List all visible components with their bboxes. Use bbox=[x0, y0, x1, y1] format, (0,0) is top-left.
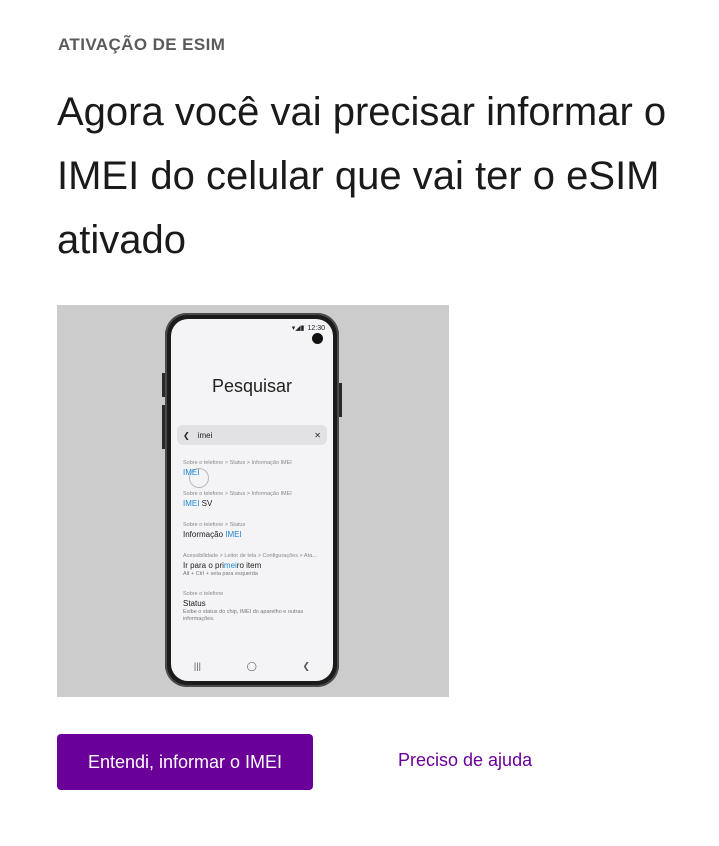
result-path: Sobre o telefone > Status > Informação I… bbox=[183, 460, 292, 466]
result-title: IMEI SV bbox=[183, 499, 213, 508]
recents-icon: ||| bbox=[193, 661, 201, 671]
back-icon: ❮ bbox=[302, 660, 311, 671]
confirm-imei-button[interactable]: Entendi, informar o IMEI bbox=[57, 734, 313, 790]
home-icon: ◯ bbox=[246, 660, 257, 671]
search-result-item: Acessibilidade > Leitor de tela > Config… bbox=[183, 552, 325, 578]
search-result-item: Sobre o telefone > Status > Informação I… bbox=[183, 459, 325, 478]
screen-title: Pesquisar bbox=[211, 376, 293, 396]
search-result-item: Sobre o telefone > Status Informação IME… bbox=[183, 521, 325, 540]
close-icon: ✕ bbox=[314, 430, 321, 440]
result-subtitle: Alt + Ctrl + seta para esquerda bbox=[183, 571, 258, 577]
result-path: Acessibilidade > Leitor de tela > Config… bbox=[183, 553, 317, 559]
phone-search-bar: ❮ imei ✕ bbox=[177, 425, 327, 445]
result-path: Sobre o telefone > Status bbox=[183, 522, 246, 528]
phone-illustration: ▾◢▮ 12:30 Pesquisar ❮ imei ✕ Sobre o tel… bbox=[162, 313, 342, 687]
phone-screen: ▾◢▮ 12:30 Pesquisar ❮ imei ✕ Sobre o tel… bbox=[171, 319, 333, 681]
search-result-item: Sobre o telefone Status Exibe o status d… bbox=[183, 590, 325, 623]
result-subtitle: Exibe o status do chip, IMEI do aparelho… bbox=[183, 609, 304, 622]
search-result-item: Sobre o telefone > Status > Informação I… bbox=[183, 490, 325, 509]
signal-icon: ▾◢▮ bbox=[291, 325, 305, 332]
result-title: Ir para o primeiro item bbox=[183, 561, 262, 570]
result-title: Status bbox=[183, 599, 206, 608]
back-arrow-icon: ❮ bbox=[183, 430, 190, 440]
result-path: Sobre o telefone > Status > Informação I… bbox=[183, 491, 292, 497]
help-link[interactable]: Preciso de ajuda bbox=[398, 750, 532, 771]
page-title: Agora você vai precisar informar o IMEI … bbox=[57, 90, 667, 262]
status-time: 12:30 bbox=[307, 324, 325, 332]
result-title: IMEI bbox=[183, 468, 200, 477]
result-title: Informação IMEI bbox=[183, 530, 242, 539]
eyebrow-label: ATIVAÇÃO DE ESIM bbox=[58, 35, 226, 54]
imei-tutorial-image: ▾◢▮ 12:30 Pesquisar ❮ imei ✕ Sobre o tel… bbox=[57, 305, 449, 697]
phone-nav-bar: ||| ◯ ❮ bbox=[171, 659, 333, 673]
search-results: Sobre o telefone > Status > Informação I… bbox=[183, 459, 325, 635]
search-query: imei bbox=[197, 430, 213, 440]
result-path: Sobre o telefone bbox=[183, 591, 224, 597]
camera-icon bbox=[312, 333, 323, 344]
phone-status-bar: ▾◢▮ 12:30 bbox=[291, 324, 325, 333]
